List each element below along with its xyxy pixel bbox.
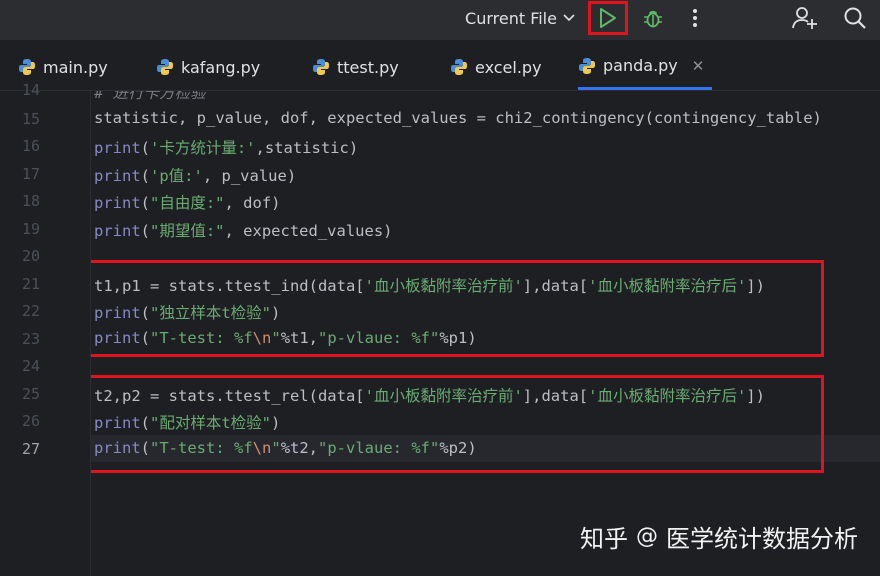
line-number: 18 bbox=[21, 192, 40, 210]
tab-label: kafang.py bbox=[181, 57, 261, 77]
editor-tabs: main.py kafang.py ttest.py excel.py pand… bbox=[0, 44, 880, 91]
close-tab-icon[interactable]: ✕ bbox=[692, 57, 705, 75]
tab-excel-py[interactable]: excel.py bbox=[450, 44, 542, 90]
tab-label: ttest.py bbox=[337, 57, 399, 77]
python-file-icon bbox=[451, 59, 467, 75]
search-everywhere-button[interactable] bbox=[840, 0, 870, 36]
line-number: 20 bbox=[21, 247, 40, 265]
line-number: 23 bbox=[21, 330, 40, 348]
debug-button[interactable] bbox=[638, 0, 668, 36]
code-editor[interactable]: # 进行卡方检验 statistic, p_value, dof, expect… bbox=[91, 91, 880, 576]
more-actions-button[interactable] bbox=[682, 0, 708, 36]
python-file-icon bbox=[313, 59, 329, 75]
tab-ttest-py[interactable]: ttest.py bbox=[312, 44, 399, 90]
line-number: 14 bbox=[21, 81, 40, 99]
python-file-icon bbox=[19, 59, 35, 75]
more-vertical-icon bbox=[693, 9, 697, 27]
code-with-me-button[interactable] bbox=[788, 0, 822, 36]
watermark-at: @ bbox=[636, 524, 658, 549]
line-number: 19 bbox=[21, 220, 40, 238]
run-config-selector[interactable]: Current File bbox=[460, 0, 580, 36]
line-number-current: 27 bbox=[21, 440, 40, 458]
tab-kafang-py[interactable]: kafang.py bbox=[156, 44, 260, 90]
code-line-19: print("期望值:", expected_values) bbox=[94, 222, 393, 240]
line-number-gutter: 14 15 16 17 18 19 20 21 22 23 24 25 26 2… bbox=[0, 81, 91, 576]
run-button[interactable] bbox=[588, 1, 628, 35]
code-line-16: print('卡方统计量:',statistic) bbox=[94, 139, 359, 157]
search-icon bbox=[844, 7, 866, 29]
main-toolbar: Current File bbox=[0, 0, 880, 40]
code-line-18: print("自由度:", dof) bbox=[94, 194, 281, 212]
tab-label: panda.py bbox=[603, 56, 678, 75]
line-number: 21 bbox=[21, 275, 40, 293]
line-number: 25 bbox=[21, 385, 40, 403]
line-number: 26 bbox=[21, 412, 40, 430]
watermark: 知乎 @ 医学统计数据分析 bbox=[580, 519, 858, 554]
run-config-label: Current File bbox=[465, 8, 557, 28]
debug-icon bbox=[644, 10, 662, 28]
code-line-15: statistic, p_value, dof, expected_values… bbox=[94, 109, 822, 127]
line-number: 15 bbox=[21, 110, 40, 128]
tab-panda-py[interactable]: panda.py ✕ bbox=[578, 44, 713, 90]
watermark-account: 医学统计数据分析 bbox=[666, 525, 858, 553]
tab-label: excel.py bbox=[475, 57, 542, 77]
line-number: 24 bbox=[21, 357, 40, 375]
line-number: 17 bbox=[21, 165, 40, 183]
run-icon bbox=[600, 8, 616, 28]
code-line-17: print('p值:', p_value) bbox=[94, 167, 297, 185]
python-file-icon bbox=[579, 57, 595, 74]
line-number: 16 bbox=[21, 137, 40, 155]
code-line-14: # 进行卡方检验 bbox=[94, 91, 206, 102]
chevron-down-icon bbox=[563, 14, 575, 22]
annotation-box-ttest-rel bbox=[91, 375, 824, 473]
python-file-icon bbox=[157, 59, 173, 75]
watermark-site: 知乎 bbox=[580, 525, 628, 553]
add-user-icon bbox=[792, 7, 817, 29]
tab-label: main.py bbox=[43, 57, 108, 77]
line-number: 22 bbox=[21, 302, 40, 320]
annotation-box-ttest-ind bbox=[91, 260, 824, 357]
